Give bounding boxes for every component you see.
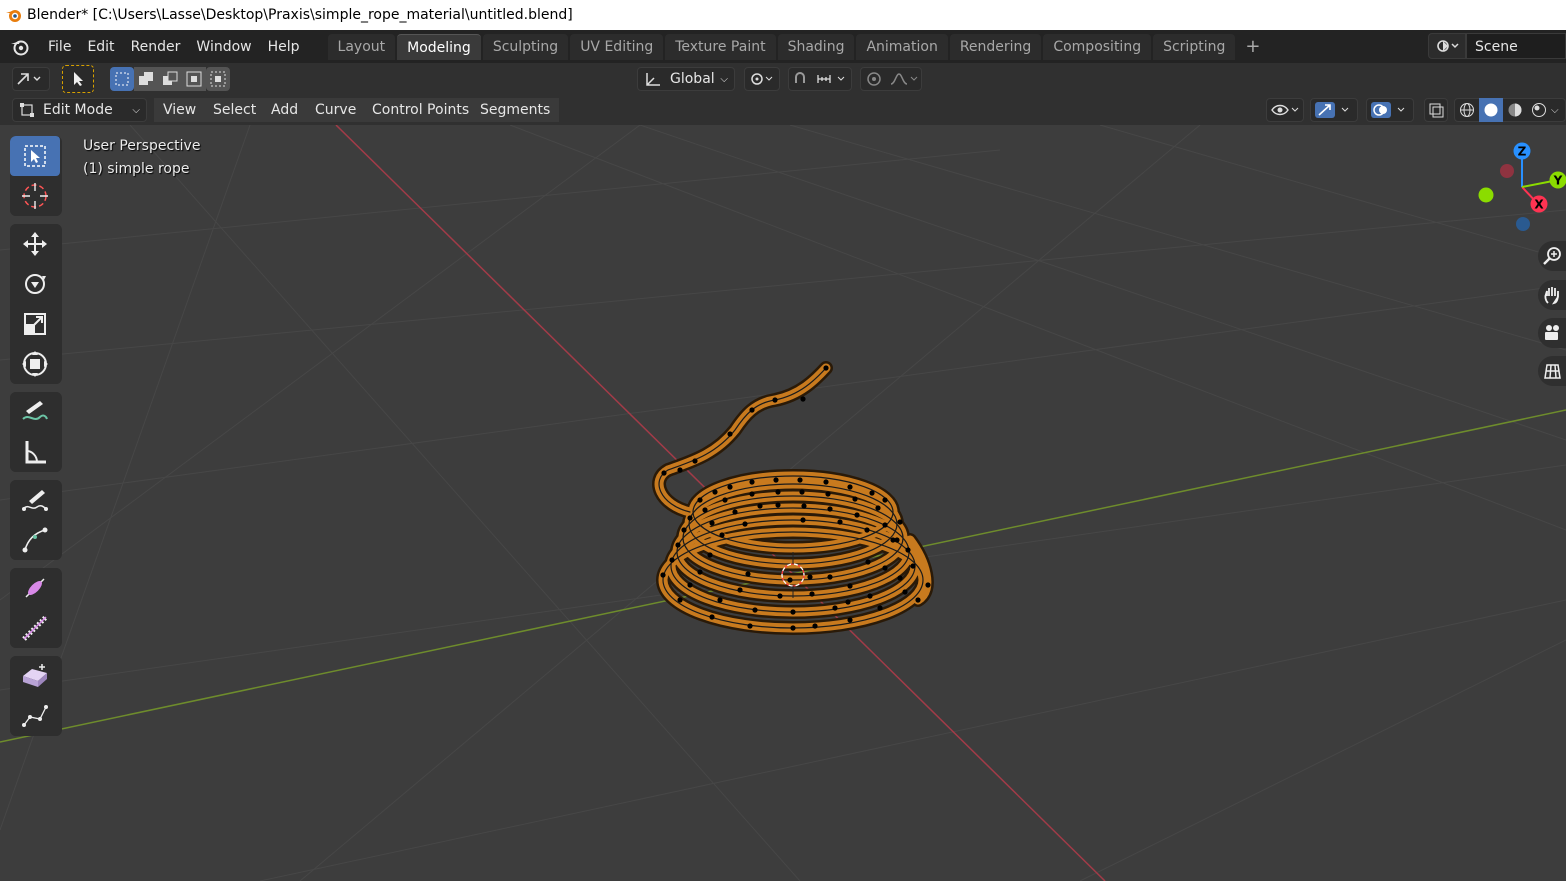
3d-viewport[interactable]: Z Y X [0, 125, 1566, 881]
curve-pen-tool[interactable] [10, 520, 60, 560]
orientation-label: Global [670, 71, 715, 87]
zoom-icon[interactable] [1538, 241, 1566, 271]
tab-animation[interactable]: Animation [856, 33, 948, 60]
add-workspace-icon[interactable]: + [1237, 36, 1268, 57]
gizmo-z-label: Z [1518, 145, 1527, 159]
select-intersect-icon[interactable] [206, 67, 230, 91]
transform-tool[interactable] [10, 344, 60, 384]
window-titlebar: Blender* [C:\Users\Lasse\Desktop\Praxis\… [0, 0, 1566, 30]
gizmo-toggle-icon[interactable] [1310, 98, 1358, 122]
tilt-tool[interactable] [10, 568, 60, 608]
gizmo-neg-y-icon[interactable] [1478, 187, 1494, 203]
viewport-menu-add[interactable]: Add [262, 98, 308, 122]
proportional-editing-icon[interactable] [860, 67, 922, 91]
select-new-icon[interactable] [110, 67, 134, 91]
tool-shelf [10, 136, 62, 744]
blender-menu-icon[interactable] [0, 38, 40, 56]
top-bar: File Edit Render Window Help Layout Mode… [0, 30, 1566, 63]
tab-sculpting[interactable]: Sculpting [482, 33, 569, 60]
mode-label: Edit Mode [43, 102, 113, 118]
tab-layout[interactable]: Layout [327, 33, 396, 60]
viewport-menu-curve[interactable]: Curve [306, 98, 366, 122]
tab-compositing[interactable]: Compositing [1043, 33, 1152, 60]
menu-render[interactable]: Render [123, 35, 189, 59]
scale-tool[interactable] [10, 304, 60, 344]
tab-scripting[interactable]: Scripting [1153, 33, 1236, 60]
solid-shading-icon[interactable] [1479, 98, 1503, 122]
view-perspective-label: User Perspective [83, 138, 201, 154]
edit-mode-icon [20, 103, 34, 117]
orientation-axes-icon [646, 73, 660, 86]
material-shading-icon[interactable] [1503, 102, 1527, 118]
shading-mode-group: ⌵ [1454, 98, 1566, 122]
xray-toggle-icon[interactable] [1424, 98, 1448, 122]
randomize-tool[interactable] [10, 696, 60, 736]
move-tool[interactable] [10, 224, 60, 264]
viewport-menu-select[interactable]: Select [204, 98, 266, 122]
extrude-tool[interactable] [10, 656, 60, 696]
menu-window[interactable]: Window [188, 35, 259, 59]
chevron-down-icon: ⌵ [132, 104, 140, 116]
menu-edit[interactable]: Edit [79, 35, 122, 59]
viewport-menu-view[interactable]: View [154, 98, 206, 122]
viewport-scene [0, 125, 1566, 881]
blender-logo-icon [4, 5, 24, 25]
chevron-down-icon[interactable]: ⌵ [1551, 105, 1563, 116]
tab-texture-paint[interactable]: Texture Paint [665, 33, 776, 60]
rotate-tool[interactable] [10, 264, 60, 304]
cursor-tool[interactable] [10, 176, 60, 216]
transform-orientation-dropdown[interactable]: Global ⌵ [637, 67, 735, 91]
workspace-tabs: Layout Modeling Sculpting UV Editing Tex… [327, 30, 1269, 63]
select-mode-icon[interactable] [62, 65, 94, 93]
viewport-menu-control-points[interactable]: Control Points [363, 98, 479, 122]
menu-help[interactable]: Help [260, 35, 308, 59]
select-subtract-icon[interactable] [158, 67, 182, 91]
snap-icon[interactable] [788, 67, 852, 91]
navigation-gizmo[interactable]: Z Y X [1470, 135, 1566, 245]
chevron-down-icon: ⌵ [720, 73, 728, 85]
select-extend-icon[interactable] [134, 67, 158, 91]
camera-view-icon[interactable] [1538, 318, 1566, 348]
gizmo-y-label: Y [1553, 174, 1563, 188]
pan-hand-icon[interactable] [1538, 280, 1566, 310]
tab-modeling[interactable]: Modeling [397, 33, 481, 60]
scene-selector: Scene [1428, 33, 1566, 59]
gizmo-x-label: X [1534, 198, 1544, 212]
draw-curve-tool[interactable] [10, 480, 60, 520]
tab-rendering[interactable]: Rendering [949, 33, 1042, 60]
radius-tool[interactable] [10, 608, 60, 648]
annotate-tool[interactable] [10, 392, 60, 432]
editor-type-icon[interactable] [12, 67, 50, 91]
perspective-ortho-grid-icon[interactable] [1538, 356, 1566, 386]
gizmo-neg-x-icon[interactable] [1500, 164, 1514, 178]
tool-header: Global ⌵ [0, 63, 1566, 95]
tab-uv-editing[interactable]: UV Editing [570, 33, 664, 60]
pivot-point-icon[interactable] [744, 67, 780, 91]
scene-browse-icon[interactable] [1428, 33, 1466, 59]
select-invert-icon[interactable] [182, 67, 206, 91]
menu-file[interactable]: File [40, 35, 79, 59]
window-title: Blender* [C:\Users\Lasse\Desktop\Praxis\… [27, 7, 573, 23]
rendered-shading-icon[interactable] [1527, 102, 1551, 118]
rope-object[interactable] [652, 361, 934, 635]
wireframe-shading-icon[interactable] [1455, 102, 1479, 118]
mode-dropdown[interactable]: Edit Mode ⌵ [12, 98, 147, 122]
active-object-label: (1) simple rope [83, 161, 190, 177]
select-box-tool[interactable] [10, 136, 60, 176]
viewport-menu-segments[interactable]: Segments [471, 98, 560, 122]
overlays-toggle-icon[interactable] [1366, 98, 1414, 122]
scene-name-field[interactable]: Scene [1466, 33, 1566, 59]
visibility-icon[interactable] [1266, 98, 1304, 122]
tab-shading[interactable]: Shading [777, 33, 855, 60]
measure-tool[interactable] [10, 432, 60, 472]
gizmo-neg-z-icon[interactable] [1516, 217, 1530, 231]
